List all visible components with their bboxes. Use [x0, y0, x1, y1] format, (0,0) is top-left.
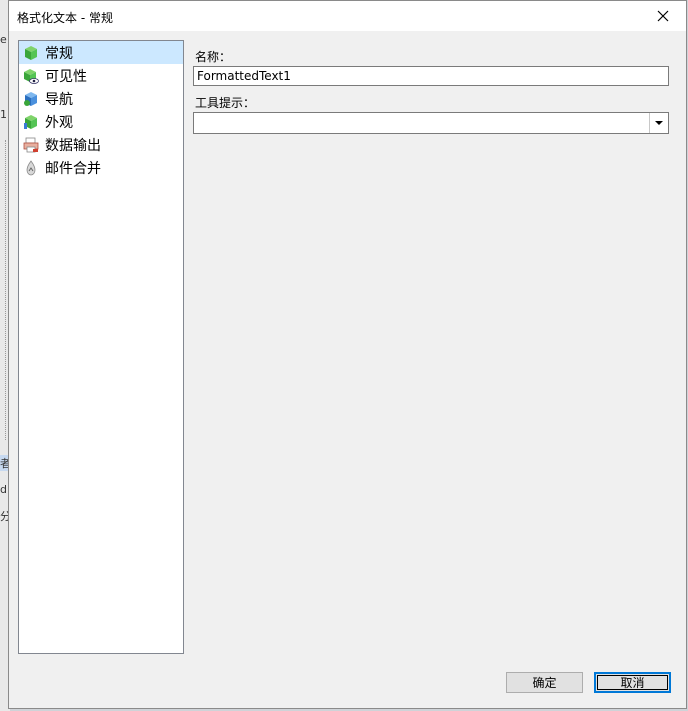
title-bar: 格式化文本 - 常规	[9, 1, 686, 31]
tooltip-label: 工具提示：	[195, 96, 256, 110]
close-icon	[657, 10, 669, 22]
ok-button[interactable]: 确定	[506, 672, 583, 693]
mail-merge-icon	[26, 159, 36, 175]
green-cube-icon	[25, 45, 37, 60]
printer-icon	[23, 137, 39, 152]
nav-item-data-output[interactable]: 数据输出	[19, 133, 183, 156]
green-cube-brush-icon	[24, 114, 37, 129]
window-title: 格式化文本 - 常规	[17, 11, 113, 25]
nav-item-label: 数据输出	[45, 137, 101, 154]
format-text-dialog: 格式化文本 - 常规 常规 可见性 导航 外观 数据输出 邮件合并 名称： Fo…	[8, 0, 687, 709]
cancel-button[interactable]: 取消	[594, 672, 671, 693]
green-cube-eye-icon	[24, 68, 39, 84]
tooltip-dropdown-button[interactable]	[649, 113, 668, 133]
nav-item-label: 常规	[45, 45, 73, 62]
nav-item-label: 邮件合并	[45, 160, 101, 177]
name-label: 名称：	[195, 50, 232, 64]
nav-item-label: 外观	[45, 114, 73, 131]
nav-item-label: 导航	[45, 91, 73, 108]
blue-cube-icon	[24, 91, 37, 106]
background-divider	[5, 140, 7, 440]
nav-item-visibility[interactable]: 可见性	[19, 64, 183, 87]
chevron-down-icon	[655, 121, 663, 125]
nav-item-navigation[interactable]: 导航	[19, 87, 183, 110]
nav-item-label: 可见性	[45, 68, 87, 85]
nav-item-appearance[interactable]: 外观	[19, 110, 183, 133]
nav-item-general[interactable]: 常规	[19, 41, 183, 64]
close-button[interactable]	[640, 1, 686, 31]
nav-item-mail-merge[interactable]: 邮件合并	[19, 156, 183, 179]
name-field[interactable]	[193, 66, 669, 86]
category-list: 常规 可见性 导航 外观 数据输出 邮件合并	[18, 40, 184, 654]
tooltip-combo[interactable]	[193, 112, 669, 134]
